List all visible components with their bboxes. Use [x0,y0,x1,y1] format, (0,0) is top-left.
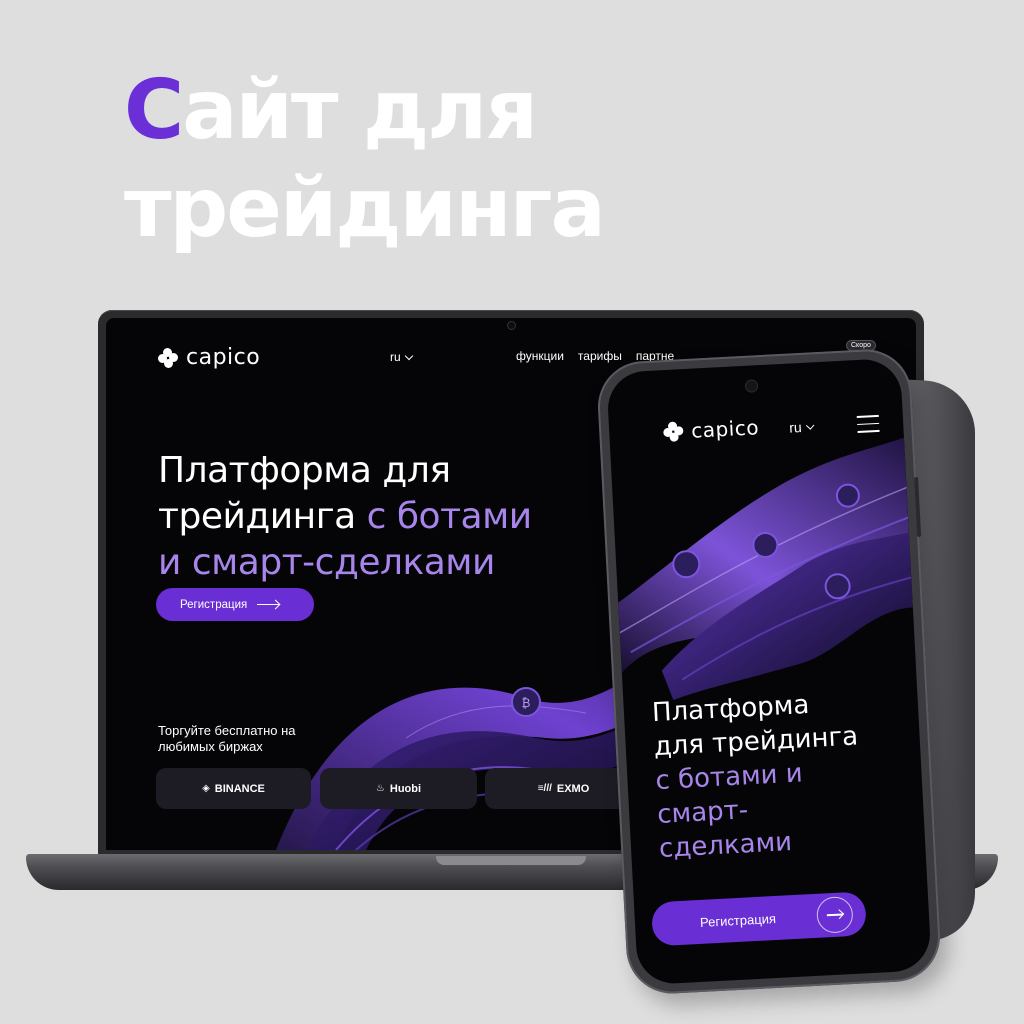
laptop-logo-text: capico [186,345,261,370]
laptop-hero-line1: Платформа для [158,450,451,491]
headline-line2: трейдинга [124,161,606,256]
headline: Сайт для трейдинга [124,62,606,258]
capico-logo-icon [158,347,178,368]
phone-language-select[interactable]: ru [788,418,815,436]
binance-icon: ◈ [202,783,210,794]
capico-logo-icon [663,421,684,442]
phone: capico ru Платформа для трейдинга с бота… [595,347,943,996]
phone-screen: capico ru Платформа для трейдинга с бота… [606,357,932,986]
exchange-huobi-label: Huobi [389,782,422,795]
svg-text:₿: ₿ [522,696,531,710]
laptop-trade-text: Торгуйте бесплатно на любимых биржах [158,723,296,754]
laptop-notch [436,856,586,865]
chevron-down-icon [404,351,413,360]
exchange-binance-card[interactable]: ◈ BINANCE [156,768,311,809]
phone-logo-text: capico [690,415,760,443]
laptop-language-value: ru [390,350,401,364]
laptop-camera [507,321,516,330]
nav-item-functions[interactable]: функции [516,349,564,363]
exchange-huobi-card[interactable]: ♨ Huobi [320,768,477,809]
laptop-logo[interactable]: capico [158,345,260,370]
exchange-binance-label: BINANCE [214,782,265,795]
laptop-hero-line3: и смарт-сделками [158,542,495,583]
exmo-icon: ≡/// [537,783,552,794]
phone-logo[interactable]: capico [663,415,760,444]
phone-hero-title: Платформа для трейдинга с ботами и смарт… [651,685,864,865]
laptop-language-select[interactable]: ru [390,350,413,364]
laptop-hero-line2b: с ботами [366,496,533,537]
laptop-register-label: Регистрация [180,598,248,611]
arrow-right-icon [257,603,280,606]
laptop-hero-line2a: трейдинга [158,496,367,537]
headline-accent-letter: С [124,63,184,158]
hamburger-menu-icon[interactable] [856,414,880,439]
laptop-register-button[interactable]: Регистрация [156,588,314,621]
phone-register-label: Регистрация [699,910,777,930]
phone-hero-artwork [618,437,913,701]
huobi-icon: ♨ [375,783,385,794]
headline-line1: айт для [182,63,538,158]
phone-language-value: ru [788,418,803,436]
laptop-hero-title: Платформа для трейдинга с ботами и смарт… [158,448,532,586]
exchange-exmo-label: EXMO [556,782,590,795]
nav-item-tariffs[interactable]: тарифы [578,349,622,363]
